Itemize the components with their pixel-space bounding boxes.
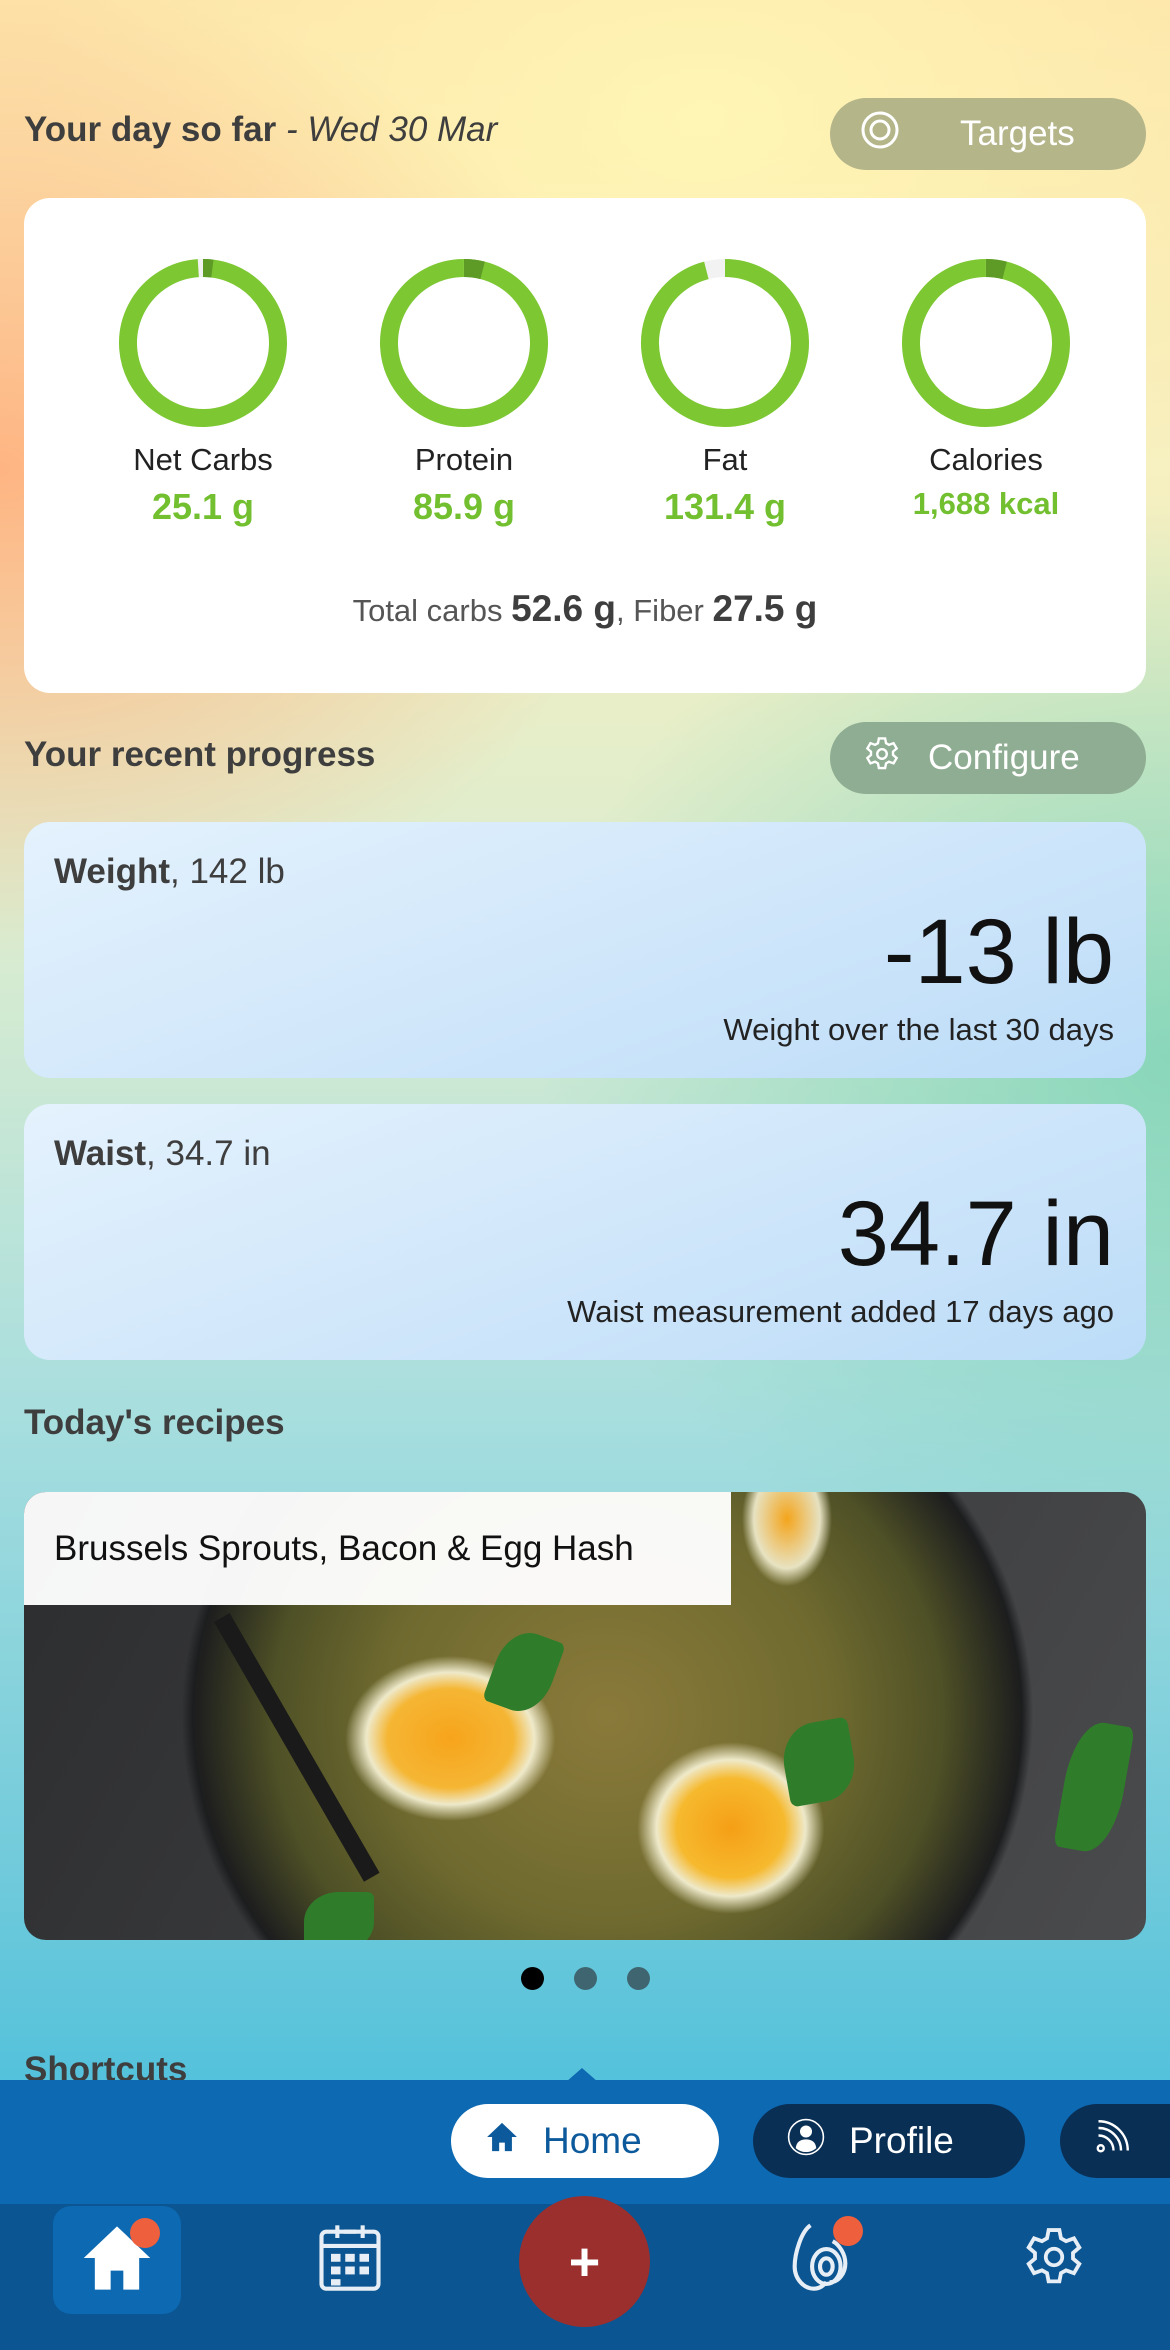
recipe-card[interactable]: Brussels Sprouts, Bacon & Egg Hash [24,1492,1146,1940]
recipe-title: Brussels Sprouts, Bacon & Egg Hash [54,1528,634,1568]
waist-subtitle: Waist measurement added 17 days ago [567,1294,1114,1329]
ring-progress [902,259,1070,427]
nav-calendar[interactable] [285,2204,415,2314]
ring-progress [380,259,548,427]
carousel-dots [521,1967,650,1990]
total-carbs-value: 52.6 g [511,588,617,629]
fork-image-detail [214,1613,380,1882]
day-header-title: Your day so far - Wed 30 Mar [24,110,497,150]
waist-title: Waist, 34.7 in [54,1134,271,1174]
nav-settings[interactable] [989,2204,1119,2314]
ring-progress [641,259,809,427]
carb-totals: Total carbs 52.6 g, Fiber 27.5 g [24,588,1146,630]
macro-value: 25.1 g [151,486,255,527]
ring-over-target [985,259,1007,280]
net-carbs-ring [119,259,287,427]
carousel-dot-2[interactable] [574,1967,597,1990]
macro-protein[interactable]: Protein 85.9 g [344,258,584,528]
nav-food-badge [833,2216,863,2246]
macros-card[interactable]: Net Carbs 25.1 g Protein 85.9 g Fat 131.… [24,198,1146,693]
macro-name: Calories [929,442,1043,477]
protein-ring [380,259,548,427]
waist-current: , 34.7 in [146,1134,271,1173]
gear-icon [1016,2219,1092,2300]
targets-label: Targets [960,114,1075,153]
macro-value: 1,688 kcal [912,486,1060,521]
parsley-image-detail [482,1624,566,1720]
carousel-dot-1[interactable] [521,1967,544,1990]
ring-over-target [202,259,214,278]
waist-card[interactable]: Waist, 34.7 in 34.7 in Waist measurement… [24,1104,1146,1360]
gear-icon [860,732,904,785]
parsley-image-detail [304,1892,374,1940]
macro-net-carbs[interactable]: Net Carbs 25.1 g [83,258,323,528]
calendar-icon [312,2219,388,2300]
carousel-dot-3[interactable] [627,1967,650,1990]
macro-value: 131.4 g [663,486,787,527]
weight-subtitle: Weight over the last 30 days [723,1012,1114,1047]
calories-ring [902,259,1070,427]
waist-value: 34.7 in [837,1183,1114,1285]
profile-icon [787,2118,825,2165]
recipes-section-title: Today's recipes [24,1403,285,1442]
progress-section-title: Your recent progress [24,735,376,774]
targets-button[interactable]: Targets [830,98,1146,170]
macro-fat[interactable]: Fat 131.4 g [605,258,845,528]
recipe-title-box: Brussels Sprouts, Bacon & Egg Hash [24,1492,731,1605]
weight-current: , 142 lb [170,852,285,891]
weight-card[interactable]: Weight, 142 lb -13 lb Weight over the la… [24,822,1146,1078]
tab-strip: Home Profile [0,2080,1170,2204]
parsley-image-detail [777,1716,861,1808]
weight-label: Weight [54,852,171,891]
nav-home-badge [130,2218,160,2248]
fat-ring [641,259,809,427]
add-button[interactable]: + [519,2196,650,2327]
macro-name: Net Carbs [133,442,273,477]
macro-value: 85.9 g [412,486,516,527]
tab-home-label: Home [543,2120,642,2161]
tab-home[interactable]: Home [451,2104,719,2178]
waist-label: Waist [54,1134,147,1173]
nav-home[interactable] [53,2206,181,2314]
feed-icon [1094,2119,1130,2164]
macro-name: Fat [702,442,748,477]
ring-over-target [463,259,485,280]
configure-label: Configure [928,738,1080,777]
tab-profile[interactable]: Profile [753,2104,1025,2178]
macro-calories[interactable]: Calories 1,688 kcal [866,258,1106,522]
tab-feed[interactable] [1060,2104,1170,2178]
configure-button[interactable]: Configure [830,722,1146,794]
total-carbs-label: Total carbs [352,593,503,628]
macro-name: Protein [414,442,514,477]
day-title: Your day so far [24,110,277,149]
target-icon [860,110,900,159]
plus-icon: + [568,2231,601,2292]
weight-change-value: -13 lb [883,901,1114,1003]
fiber-value: 27.5 g [712,588,818,629]
ring-progress [119,259,287,427]
day-date: - Wed 30 Mar [285,110,498,149]
home-icon [485,2120,519,2163]
fiber-label: , Fiber [616,593,704,628]
parsley-image-detail [1053,1717,1135,1857]
nav-food[interactable] [755,2204,885,2314]
weight-title: Weight, 142 lb [54,852,285,892]
tab-profile-label: Profile [849,2120,954,2161]
